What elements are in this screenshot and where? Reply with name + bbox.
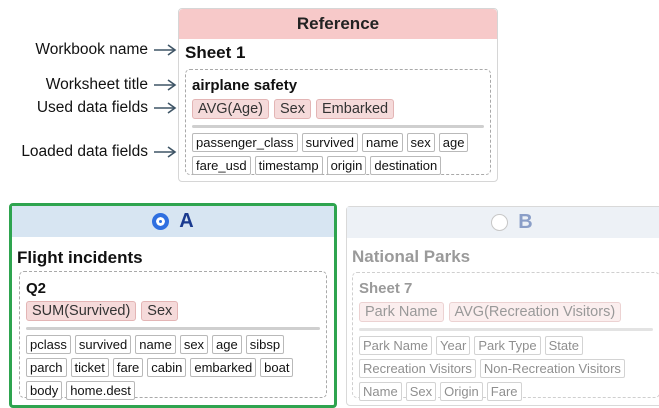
annotation-worksheet-title: Worksheet title (46, 76, 178, 94)
loaded-fields: pclass survived name sex age sibsp parch ticket… (26, 335, 322, 400)
loaded-field-chip: embarked (190, 358, 257, 377)
arrow-right-icon (154, 44, 177, 56)
worksheet-box: Q2 SUM(Survived) Sex pclass survived name se… (19, 271, 327, 400)
loaded-field-chip: age (212, 335, 242, 354)
loaded-field-chip: Park Type (474, 336, 541, 355)
used-field-chip: Sex (274, 99, 312, 119)
loaded-field-chip: name (361, 133, 403, 152)
option-b-header[interactable]: B (347, 207, 659, 238)
annotation-label: Used data fields (36, 99, 148, 116)
loaded-field-chip: State (544, 336, 583, 355)
loaded-field-chip: Non-Recreation Visitors (479, 359, 625, 378)
loaded-field-chip: Year (436, 336, 471, 355)
loaded-field-chip: body (26, 381, 63, 400)
worksheet-title: Sheet 7 (359, 280, 413, 297)
loaded-field-chip: fare (112, 358, 144, 377)
option-label: A (179, 210, 194, 232)
workbook-name: Sheet 1 (185, 43, 246, 62)
loaded-field-chip: sibsp (245, 335, 285, 354)
loaded-field-chip: destination (370, 156, 442, 175)
divider (26, 327, 320, 330)
reference-card: Reference Sheet 1 airplane safety AVG(Ag… (178, 8, 498, 182)
loaded-field-chip: Park Name (359, 336, 433, 355)
loaded-fields: Park Name Year Park Type State Recreation Vi… (359, 336, 655, 401)
used-field-chip: AVG(Age) (192, 99, 270, 119)
loaded-field-chip: Sex (405, 382, 437, 401)
option-a-header[interactable]: A (12, 206, 334, 237)
used-field-chip: SUM(Survived) (26, 301, 137, 321)
reference-header: Reference (179, 9, 497, 39)
loaded-field-chip: sex (179, 335, 209, 354)
worksheet-box: airplane safety AVG(Age) Sex Embarked pass… (185, 69, 491, 175)
worksheet-box: Sheet 7 Park Name AVG(Recreation Visitors… (352, 272, 659, 401)
used-field-chip: Sex (141, 301, 179, 321)
used-fields: SUM(Survived) Sex (26, 301, 326, 321)
divider (192, 125, 484, 128)
annotation-loaded-fields: Loaded data fields (21, 143, 178, 161)
used-field-chip: AVG(Recreation Visitors) (448, 302, 622, 322)
worksheet-title: airplane safety (192, 77, 298, 94)
annotation-label: Workbook name (35, 41, 148, 58)
arrow-right-icon (154, 79, 177, 91)
loaded-field-chip: timestamp (254, 156, 323, 175)
used-fields: AVG(Age) Sex Embarked (192, 99, 490, 119)
option-label: B (518, 211, 533, 233)
workbook-name: National Parks (352, 247, 471, 266)
loaded-field-chip: cabin (147, 358, 187, 377)
used-fields: Park Name AVG(Recreation Visitors) (359, 302, 659, 322)
loaded-field-chip: fare_usd (192, 156, 251, 175)
loaded-field-chip: ticket (70, 358, 109, 377)
loaded-field-chip: name (135, 335, 176, 354)
arrow-right-icon (154, 102, 177, 114)
loaded-field-chip: home.dest (66, 381, 135, 400)
loaded-field-chip: Origin (440, 382, 483, 401)
loaded-field-chip: passenger_class (192, 133, 298, 152)
annotation-workbook-name: Workbook name (35, 41, 178, 59)
used-field-chip: Park Name (359, 302, 444, 322)
loaded-field-chip: parch (26, 358, 67, 377)
loaded-field-chip: boat (260, 358, 294, 377)
loaded-field-chip: Recreation Visitors (359, 359, 476, 378)
option-a-card[interactable]: A Flight incidents Q2 SUM(Survived) Sex p… (9, 203, 337, 408)
annotation-label: Worksheet title (45, 76, 148, 93)
loaded-field-chip: Name (359, 382, 402, 401)
divider (359, 328, 653, 331)
radio-unselected-icon[interactable] (491, 214, 509, 231)
loaded-field-chip: survived (301, 133, 358, 152)
annotation-used-fields: Used data fields (37, 99, 178, 117)
loaded-field-chip: sex (406, 133, 435, 152)
loaded-field-chip: age (438, 133, 469, 152)
loaded-field-chip: survived (74, 335, 132, 354)
option-b-card[interactable]: B National Parks Sheet 7 Park Name AVG(Re… (346, 206, 659, 406)
worksheet-title: Q2 (26, 280, 47, 297)
loaded-field-chip: Fare (486, 382, 522, 401)
annotation-label: Loaded data fields (21, 143, 148, 160)
workbook-name: Flight incidents (17, 248, 143, 267)
used-field-chip: Embarked (316, 99, 395, 119)
arrow-right-icon (154, 146, 177, 158)
radio-selected-icon[interactable] (152, 213, 170, 230)
loaded-fields: passenger_class survived name sex age fare_us… (192, 133, 486, 175)
loaded-field-chip: pclass (26, 335, 71, 354)
loaded-field-chip: origin (326, 156, 367, 175)
